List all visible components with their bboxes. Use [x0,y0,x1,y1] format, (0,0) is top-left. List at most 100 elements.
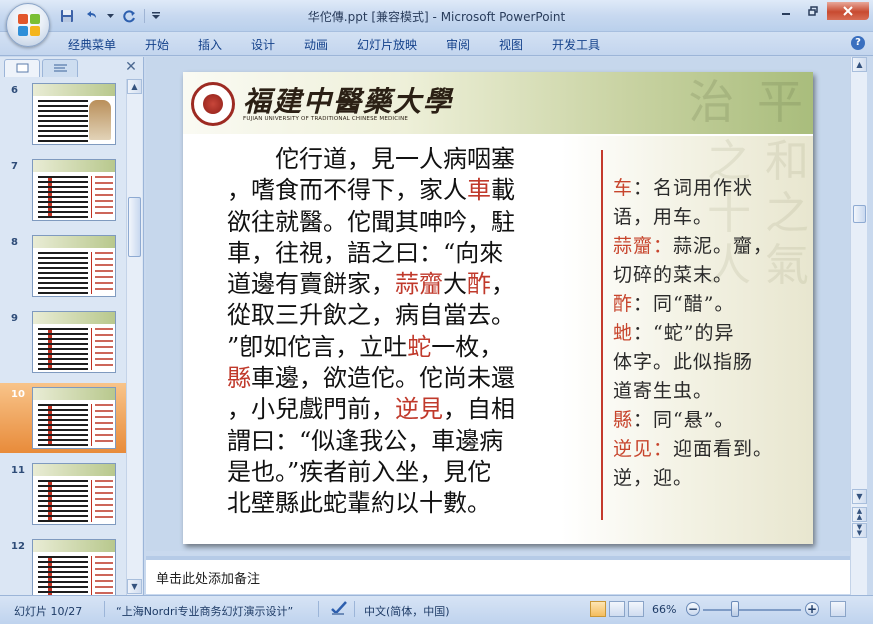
status-separator [104,601,105,617]
scroll-up-icon[interactable]: ▲ [127,79,142,94]
text-segment: ”卽如佗言，立吐 [227,332,408,361]
slide-thumbnail[interactable]: 8 [0,231,126,301]
slides-pane: ✕ 6 7 8 9 10 11 12 ▲ ▼ [0,57,144,595]
annotation-text: 语，用车。 [613,206,714,228]
slide-preview [32,539,116,595]
scroll-down-icon[interactable]: ▼ [852,489,867,504]
pane-tabs: ✕ [4,59,140,77]
highlighted-term: 蛇 [407,332,432,361]
normal-view-icon[interactable] [590,601,606,617]
title-bar: 华佗傳.ppt [兼容模式] - Microsoft PowerPoint [0,0,873,47]
tab-classic-menu[interactable]: 经典菜单 [68,36,116,53]
highlighted-term: 縣 [227,364,251,393]
slide-thumbnail[interactable]: 11 [0,459,126,529]
slide-preview [32,235,116,297]
highlighted-term: 蒜齏 [395,270,443,299]
next-slide-icon[interactable]: ▼ ▼ [852,523,867,538]
text-line: 從取三升飲之，病自當去。 [227,300,587,331]
scroll-thumb[interactable] [128,197,141,257]
slide-thumbnail[interactable]: 9 [0,307,126,377]
tab-design[interactable]: 设计 [251,36,275,53]
fit-to-window-icon[interactable] [830,601,846,617]
slide-number: 10 [11,389,25,400]
zoom-level[interactable]: 66% [652,603,676,616]
slide-thumbnail[interactable]: 7 [0,155,126,225]
text-line: 車，往視，語之曰：“向來 [227,238,587,269]
text-segment: 北壁縣此蛇輩約以十數。 [227,489,491,518]
tab-developer[interactable]: 开发工具 [552,36,600,53]
minimize-icon[interactable] [773,2,799,20]
scroll-down-icon[interactable]: ▼ [127,579,142,594]
annotation-keyword: 蒜齏： [613,235,674,257]
slide-show-view-icon[interactable] [628,601,644,617]
zoom-slider[interactable] [703,609,801,611]
annotation-line: 逆见：迎面看到。 [613,435,809,464]
annotation-text: 道寄生虫。 [613,380,714,402]
annotation-keyword: 车 [613,177,634,199]
annotation-block[interactable]: 车：名词用作状 语，用车。 蒜齏：蒜泥。齏， 切碎的菜末。 酢：同“醋”。 虵：“蛇”的异… [613,174,809,493]
university-seal-icon [191,82,235,126]
slide-sorter-view-icon[interactable] [609,601,625,617]
text-segment: 佗行道，見一人病咽塞 [227,145,515,173]
annotation-line: 体字。此似指肠 [613,348,809,377]
status-separator [354,601,355,617]
close-icon[interactable] [827,2,869,20]
slide-number: 7 [11,161,18,172]
text-segment: ，嗜食而不得下，家人 [227,176,467,205]
tab-review[interactable]: 审阅 [446,36,470,53]
speaker-notes-pane[interactable]: 单击此处添加备注 [146,556,850,594]
tab-insert[interactable]: 插入 [198,36,222,53]
office-logo-icon [18,14,40,36]
slide-preview [32,311,116,373]
text-segment: ， [491,270,515,299]
slide-canvas[interactable]: 治 平 福建中醫藥大學 FUJIAN UNIVERSITY OF TRADITI… [183,72,813,544]
slide-preview [32,159,116,221]
scroll-up-icon[interactable]: ▲ [852,57,867,72]
text-line: 是也。”疾者前入坐，見佗 [227,457,587,488]
restore-icon[interactable] [800,2,826,20]
thumbnails-scrollbar[interactable]: ▲ ▼ [126,79,142,595]
zoom-slider-knob[interactable] [731,601,739,617]
classical-text-block[interactable]: 佗行道，見一人病咽塞 ，嗜食而不得下，家人車載 欲往就醫。佗聞其呻吟，駐 車，往視，語… [227,144,587,520]
spell-check-icon[interactable] [330,600,348,619]
slide-thumbnail[interactable]: 6 [0,79,126,149]
notes-placeholder[interactable]: 单击此处添加备注 [156,568,260,587]
text-segment: 一枚， [431,332,504,361]
office-button[interactable] [6,3,50,47]
status-separator [318,601,319,617]
slide-thumbnail[interactable]: 12 [0,535,126,595]
slide-thumbnail-selected[interactable]: 10 [0,383,126,453]
tab-slide-show[interactable]: 幻灯片放映 [357,36,417,53]
zoom-in-icon[interactable]: + [805,602,819,616]
slide-scrollbar[interactable]: ▲ ▼ ▲ ▲ ▼ ▼ [850,57,867,595]
language-indicator[interactable]: 中文(简体，中国) [364,603,450,619]
annotation-text: ：同“悬”。 [633,409,735,431]
close-pane-icon[interactable]: ✕ [124,59,138,75]
slide-number: 11 [11,465,25,476]
annotation-text: 切碎的菜末。 [613,264,734,286]
highlighted-term: 車 [467,176,491,205]
tab-view[interactable]: 视图 [499,36,523,53]
zoom-out-icon[interactable]: − [686,602,700,616]
annotation-line: 蒜齏：蒜泥。齏， [613,232,809,261]
help-icon[interactable]: ? [851,36,865,50]
slides-tab-icon[interactable] [4,59,40,77]
annotation-line: 道寄生虫。 [613,377,809,406]
previous-slide-icon[interactable]: ▲ ▲ [852,507,867,522]
text-line: ，小兒戲門前，逆見，自相 [227,394,587,425]
theme-name[interactable]: “上海Nordri专业商务幻灯演示设计” [116,603,293,619]
slide-preview [32,387,116,449]
text-segment: 是也。”疾者前入坐，見佗 [227,457,492,486]
slide-number: 9 [11,313,18,324]
text-segment: 大 [443,270,467,299]
university-name: 福建中醫藥大學 [243,85,454,118]
text-segment: 車邊，欲造佗。佗尚未還 [251,364,515,393]
text-segment: 謂曰：“似逢我公，車邊病 [227,426,504,455]
annotation-text: ：“蛇”的异 [633,322,735,344]
ribbon-tabs: 经典菜单 开始 插入 设计 动画 幻灯片放映 审阅 视图 开发工具 ? [0,32,873,56]
outline-tab-icon[interactable] [42,59,78,77]
tab-home[interactable]: 开始 [145,36,169,53]
annotation-line: 酢：同“醋”。 [613,290,809,319]
scroll-thumb[interactable] [853,205,866,223]
tab-animations[interactable]: 动画 [304,36,328,53]
